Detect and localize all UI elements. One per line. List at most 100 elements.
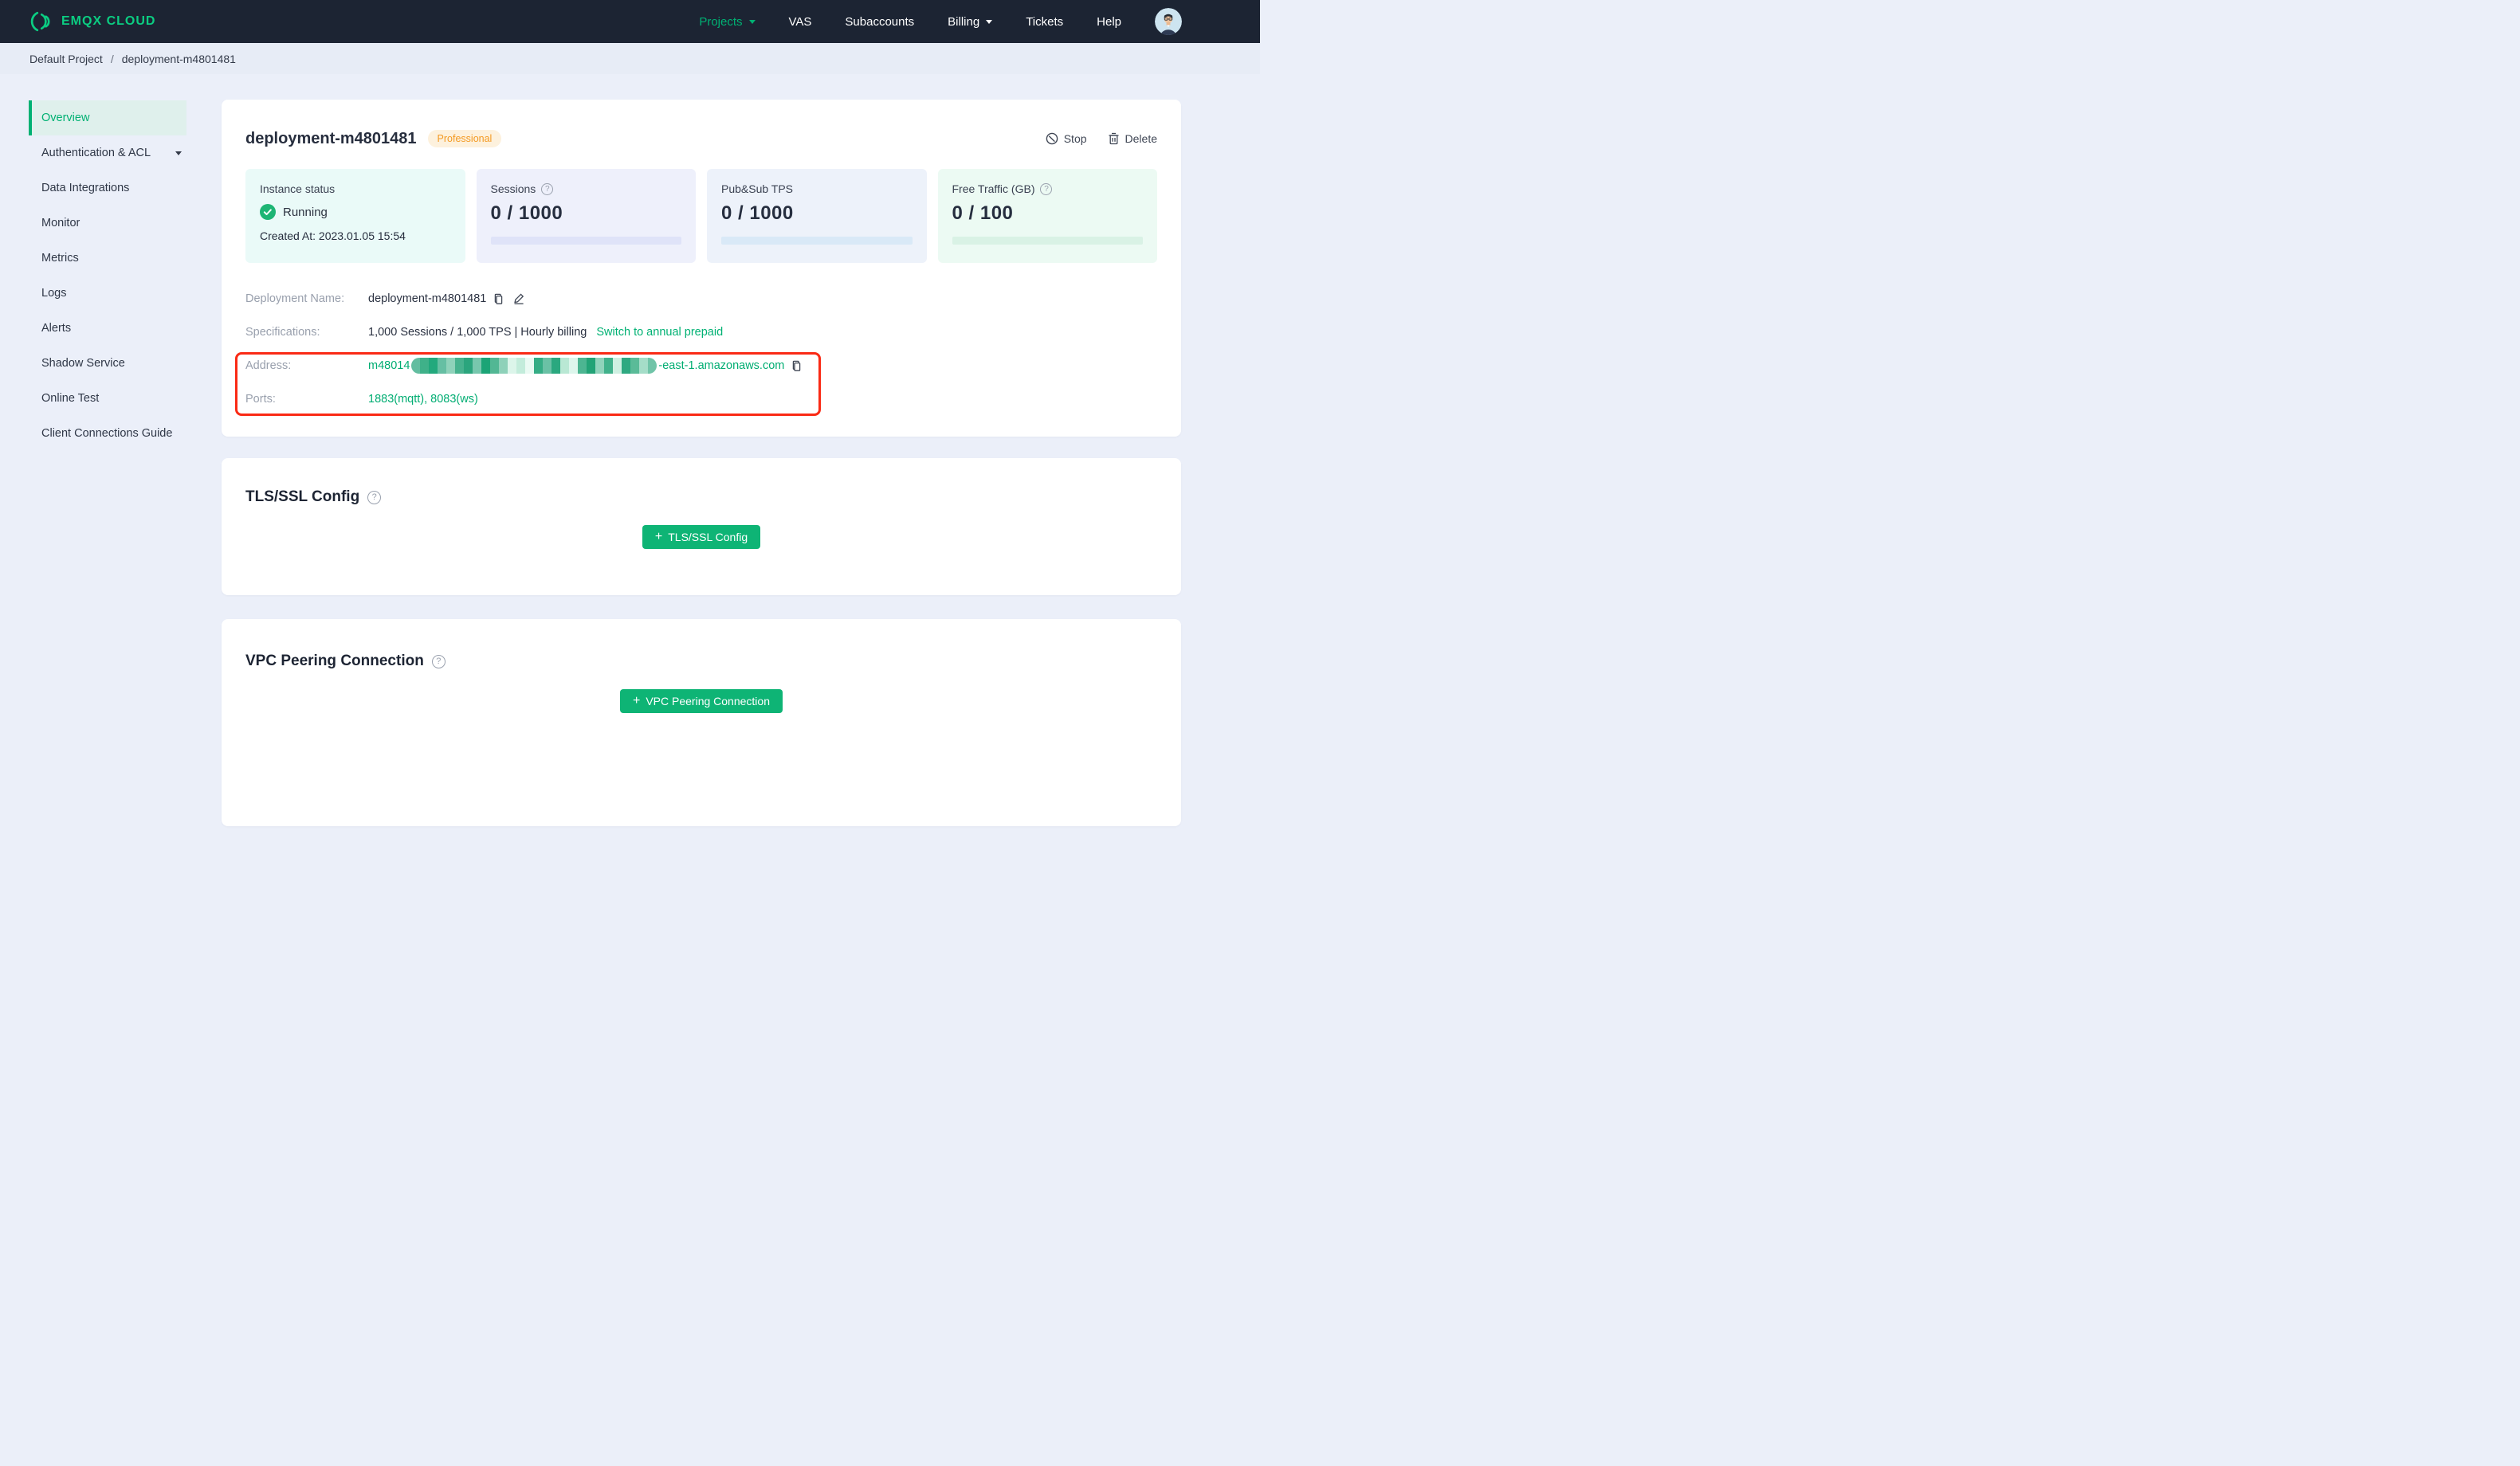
nav-billing[interactable]: Billing xyxy=(948,15,993,29)
delete-button[interactable]: Delete xyxy=(1108,132,1157,145)
logo-text: EMQX CLOUD xyxy=(61,14,156,28)
stop-label: Stop xyxy=(1063,132,1087,145)
chevron-down-icon xyxy=(175,151,182,155)
sidebar-item-logs[interactable]: Logs xyxy=(29,276,186,311)
deployment-name-label: Deployment Name: xyxy=(245,292,345,305)
tps-value: 0 / 1000 xyxy=(721,202,794,224)
sidebar-item-alerts[interactable]: Alerts xyxy=(29,311,186,346)
breadcrumb-project[interactable]: Default Project xyxy=(29,53,103,65)
sidebar-item-label: Data Integrations xyxy=(41,182,130,194)
deployment-actions: Stop Delete xyxy=(1046,132,1157,145)
emqx-logo-icon xyxy=(30,11,50,32)
specifications-row: Specifications: 1,000 Sessions / 1,000 T… xyxy=(245,316,1157,349)
nav-subaccounts[interactable]: Subaccounts xyxy=(845,15,914,29)
sidebar-item-metrics[interactable]: Metrics xyxy=(29,241,186,276)
nav-tickets-label: Tickets xyxy=(1026,14,1064,29)
trash-icon xyxy=(1109,132,1119,145)
sidebar-item-label: Metrics xyxy=(41,252,79,265)
deployment-name-row: Deployment Name: deployment-m4801481 xyxy=(245,282,1157,316)
sidebar-item-label: Alerts xyxy=(41,322,72,335)
sidebar-item-overview[interactable]: Overview xyxy=(29,100,186,135)
deployment-title-row: deployment-m4801481 Professional Stop De… xyxy=(245,100,1157,151)
instance-status-value: Running xyxy=(260,204,451,220)
plan-badge: Professional xyxy=(427,130,502,147)
address-label: Address: xyxy=(245,359,292,372)
traffic-label: Free Traffic (GB) xyxy=(952,182,1035,195)
sidebar-item-monitor[interactable]: Monitor xyxy=(29,206,186,241)
main-content: deployment-m4801481 Professional Stop De… xyxy=(207,74,1260,826)
status-text: Running xyxy=(283,205,328,219)
app-logo[interactable]: EMQX CLOUD xyxy=(29,10,155,33)
chevron-down-icon xyxy=(748,19,756,24)
address-suffix: -east-1.amazonaws.com xyxy=(658,359,785,372)
deployment-details: Deployment Name: deployment-m4801481 Spe… xyxy=(235,282,1157,416)
traffic-progress-bar xyxy=(952,237,1143,245)
specifications-label: Specifications: xyxy=(245,326,320,339)
sidebar-item-label: Monitor xyxy=(41,217,80,229)
sessions-card: Sessions 0 / 1000 xyxy=(476,169,696,263)
nav-vas-label: VAS xyxy=(788,14,812,29)
user-avatar[interactable] xyxy=(1155,8,1182,35)
deployment-title: deployment-m4801481 xyxy=(245,129,417,147)
sessions-value: 0 / 1000 xyxy=(490,202,563,224)
tls-ssl-card: TLS/SSL Config TLS/SSL Config xyxy=(222,458,1181,595)
copy-icon[interactable] xyxy=(791,360,803,372)
nav-help-label: Help xyxy=(1097,14,1121,29)
specifications-value: 1,000 Sessions / 1,000 TPS | Hourly bill… xyxy=(368,326,587,339)
nav-help[interactable]: Help xyxy=(1097,15,1121,29)
copy-icon[interactable] xyxy=(493,293,504,305)
created-at-text: Created At: 2023.01.05 15:54 xyxy=(260,229,406,242)
sidebar-item-label: Shadow Service xyxy=(41,357,125,370)
sidebar-item-client-connections-guide[interactable]: Client Connections Guide xyxy=(29,416,186,451)
edit-icon[interactable] xyxy=(512,292,525,305)
add-vpc-peering-label: VPC Peering Connection xyxy=(646,695,770,708)
pubsub-tps-card: Pub&Sub TPS 0 / 1000 xyxy=(707,169,927,263)
help-icon[interactable] xyxy=(541,182,554,195)
help-icon[interactable] xyxy=(1040,182,1053,195)
tls-heading: TLS/SSL Config xyxy=(245,488,360,505)
help-icon[interactable] xyxy=(367,490,382,504)
stats-row: Instance status Running Created At: 2023… xyxy=(245,169,1157,263)
ports-row: Ports: 1883(mqtt), 8083(ws) xyxy=(245,382,1157,416)
nav-tickets[interactable]: Tickets xyxy=(1026,15,1063,29)
sidebar-item-shadow-service[interactable]: Shadow Service xyxy=(29,346,186,381)
nav-menu: Projects VAS Subaccounts Billing Tickets… xyxy=(699,8,1182,35)
instance-status-card: Instance status Running Created At: 2023… xyxy=(245,169,465,263)
deployment-name-value: deployment-m4801481 xyxy=(368,292,487,305)
nav-vas[interactable]: VAS xyxy=(789,15,812,29)
avatar-person-icon xyxy=(1155,8,1182,35)
sidebar-item-data-integrations[interactable]: Data Integrations xyxy=(29,171,186,206)
breadcrumb-separator: / xyxy=(110,52,114,65)
sidebar-item-authentication-acl[interactable]: Authentication & ACL xyxy=(29,135,186,171)
address-row: Address: m48014 -east-1.amazonaws.com xyxy=(245,349,1157,382)
breadcrumb: Default Project / deployment-m4801481 xyxy=(0,43,1260,74)
sidebar-item-label: Overview xyxy=(41,112,90,124)
stop-button[interactable]: Stop xyxy=(1046,132,1087,145)
ports-label: Ports: xyxy=(245,393,276,406)
nav-projects[interactable]: Projects xyxy=(699,15,756,29)
delete-label: Delete xyxy=(1125,132,1157,145)
chevron-down-icon xyxy=(986,19,993,24)
check-circle-icon xyxy=(260,204,276,220)
add-tls-config-button[interactable]: TLS/SSL Config xyxy=(642,525,761,549)
stop-icon xyxy=(1046,132,1058,145)
help-icon[interactable] xyxy=(431,654,446,668)
sidebar: Overview Authentication & ACL Data Integ… xyxy=(0,74,207,451)
sidebar-item-label: Logs xyxy=(41,287,67,300)
tps-label: Pub&Sub TPS xyxy=(721,182,794,195)
ports-value: 1883(mqtt), 8083(ws) xyxy=(368,393,478,406)
sidebar-item-online-test[interactable]: Online Test xyxy=(29,381,186,416)
nav-subaccounts-label: Subaccounts xyxy=(845,14,915,29)
switch-annual-prepaid-link[interactable]: Switch to annual prepaid xyxy=(596,326,723,339)
add-vpc-peering-button[interactable]: VPC Peering Connection xyxy=(620,689,783,713)
deployment-overview-card: deployment-m4801481 Professional Stop De… xyxy=(222,100,1181,437)
address-prefix: m48014 xyxy=(368,359,410,372)
breadcrumb-current: deployment-m4801481 xyxy=(121,52,236,65)
sessions-progress-bar xyxy=(490,237,681,245)
free-traffic-card: Free Traffic (GB) 0 / 100 xyxy=(937,169,1157,263)
traffic-value: 0 / 100 xyxy=(952,202,1014,224)
vpc-peering-card: VPC Peering Connection VPC Peering Conne… xyxy=(222,619,1181,826)
instance-status-label: Instance status xyxy=(260,182,336,195)
sidebar-item-label: Online Test xyxy=(41,392,100,405)
add-tls-config-label: TLS/SSL Config xyxy=(668,531,748,543)
